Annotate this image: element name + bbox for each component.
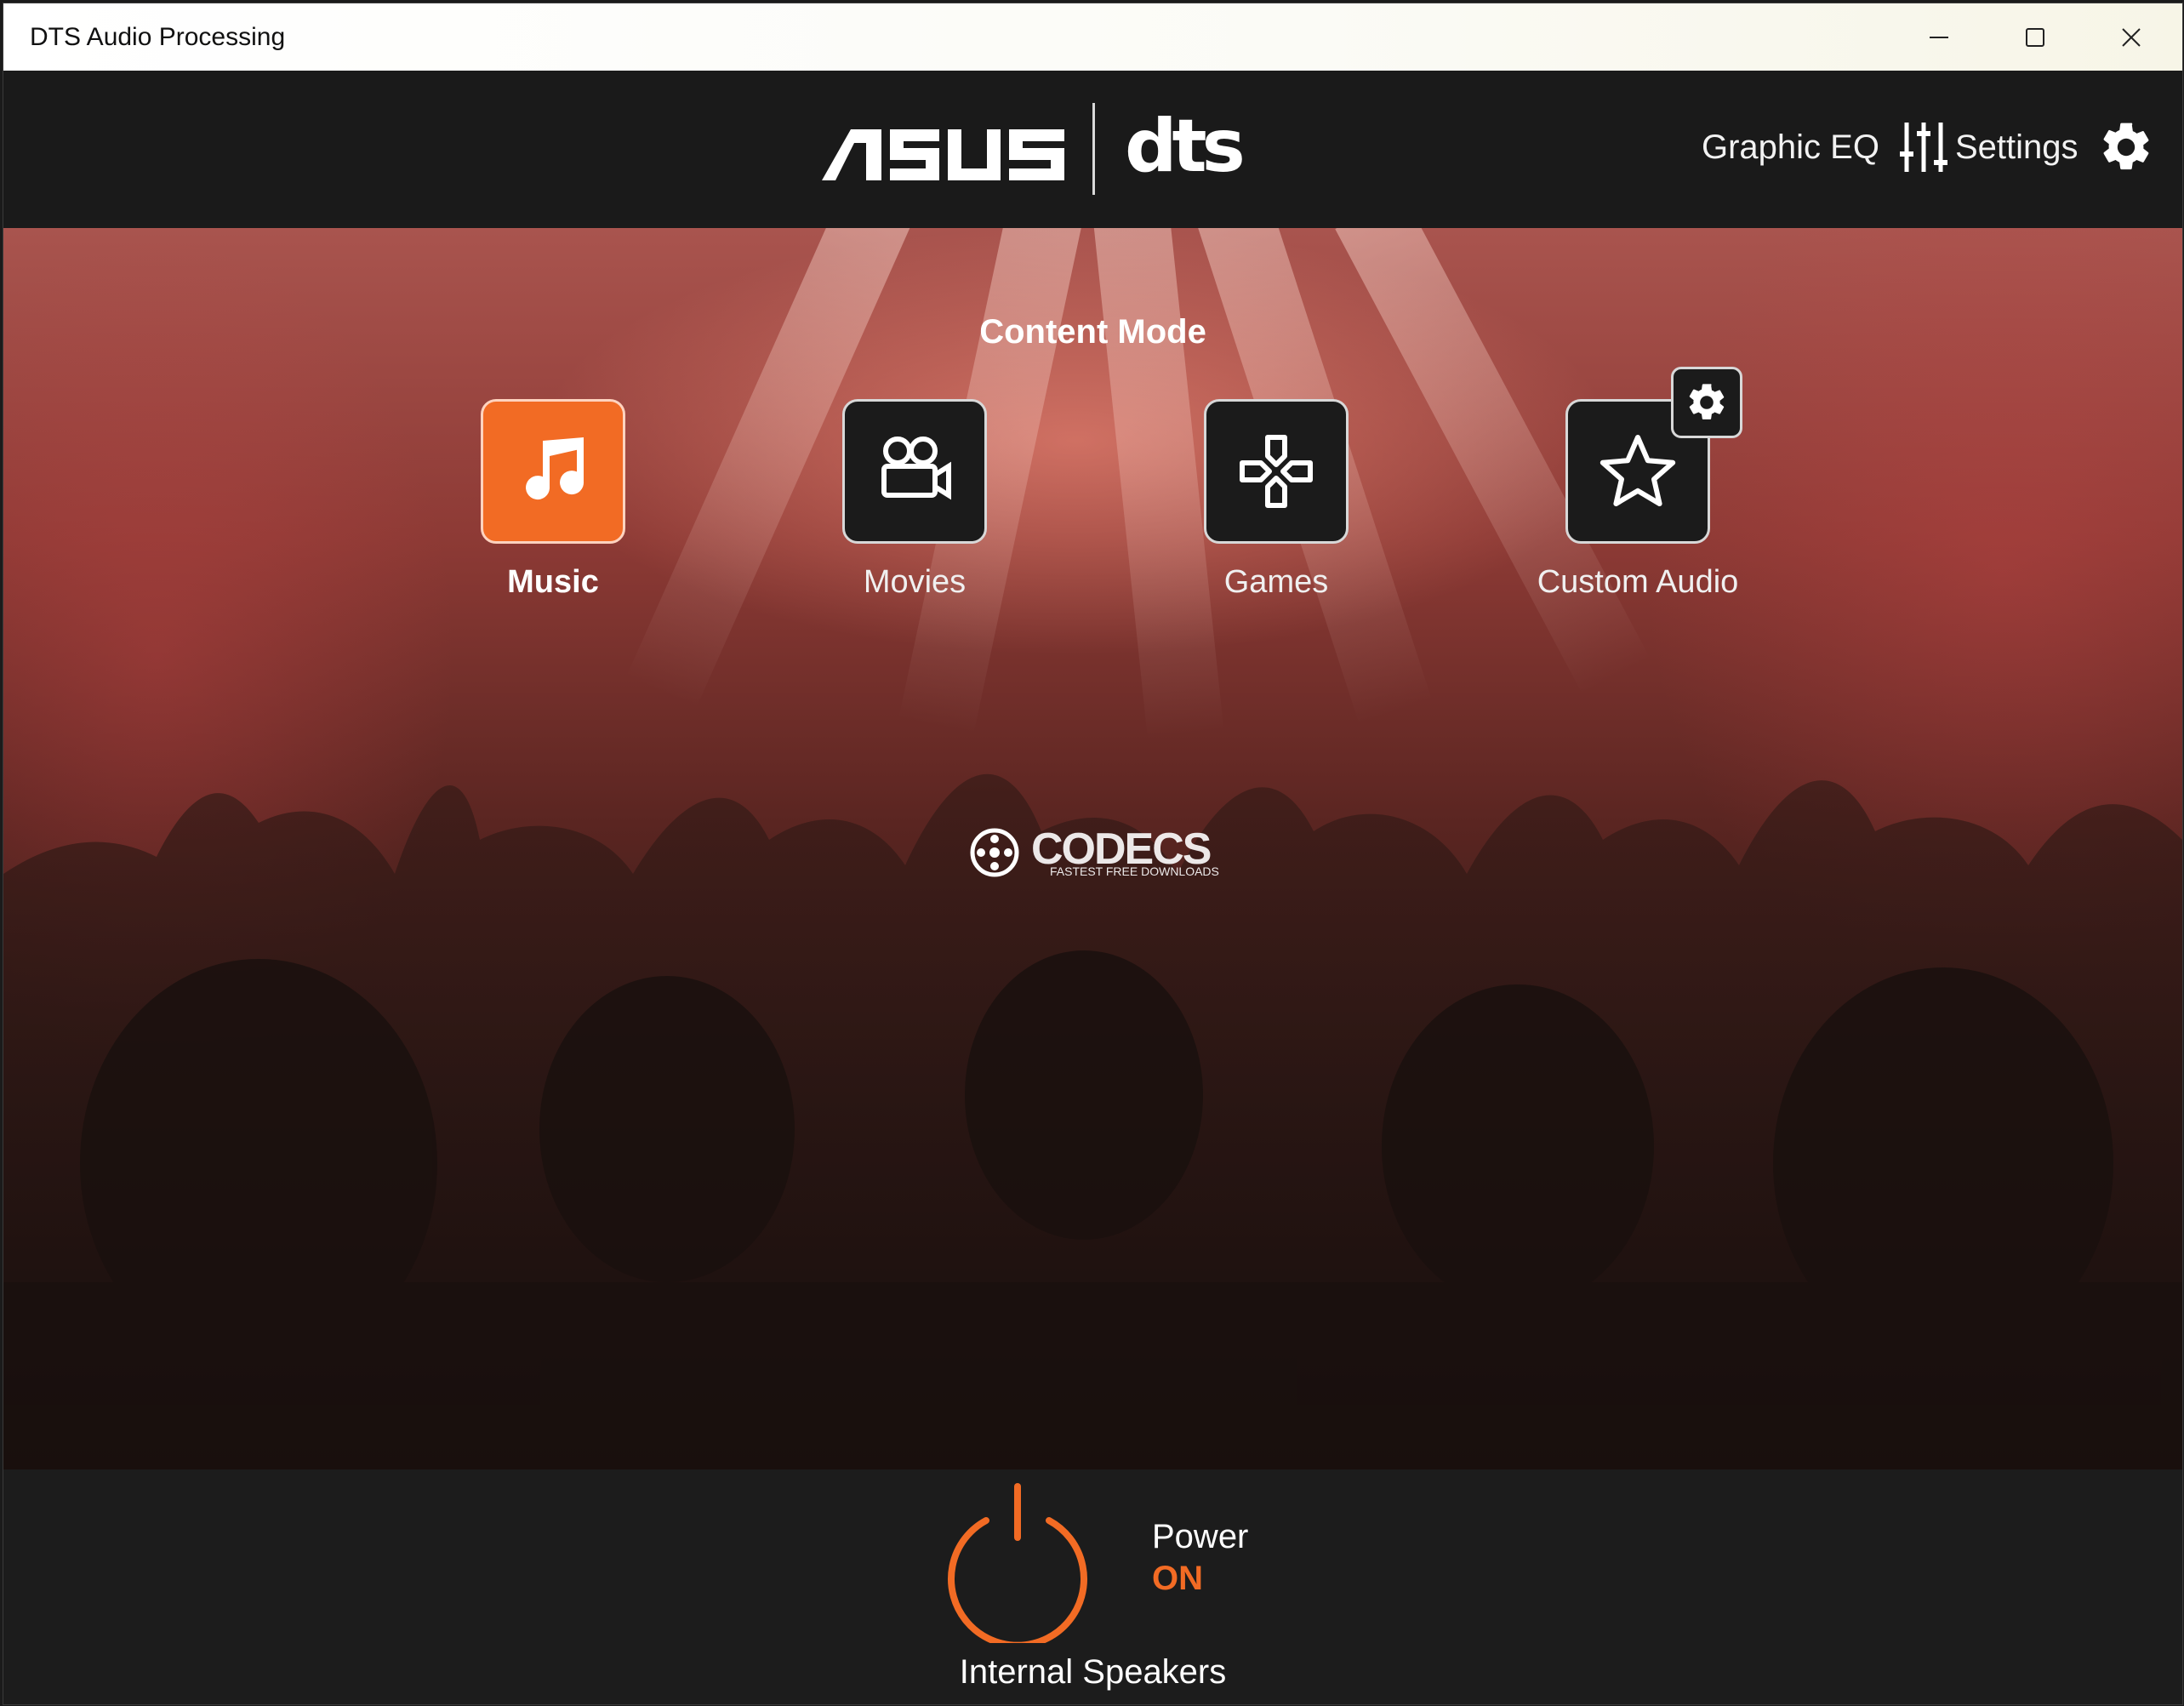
- power-label: Power: [1152, 1518, 1249, 1555]
- film-reel-icon: [970, 828, 1019, 877]
- title-bar: DTS Audio Processing: [3, 3, 2182, 71]
- mode-movies[interactable]: Movies: [787, 399, 1042, 601]
- gear-icon: [2103, 123, 2149, 170]
- asus-logo: [822, 129, 1064, 180]
- settings-label: Settings: [1955, 128, 2079, 166]
- close-icon: [2121, 27, 2141, 47]
- mode-movies-tile[interactable]: [842, 399, 987, 544]
- maximize-button[interactable]: [1987, 3, 2083, 71]
- close-button[interactable]: [2083, 3, 2179, 71]
- movie-camera-icon: [881, 436, 951, 500]
- power-state: ON: [1152, 1560, 1203, 1597]
- power-button[interactable]: [942, 1481, 1093, 1643]
- svg-text:dts: dts: [1125, 115, 1243, 181]
- settings-button[interactable]: Settings: [1955, 117, 2155, 177]
- graphic-eq-button[interactable]: Graphic EQ: [1702, 117, 1949, 177]
- mode-music-label: Music: [507, 564, 599, 600]
- mode-movies-label: Movies: [863, 564, 967, 600]
- window-title: DTS Audio Processing: [30, 23, 286, 51]
- maximize-icon: [2025, 27, 2044, 47]
- mode-music[interactable]: Music: [425, 399, 681, 601]
- app-window: DTS Audio Processing dts Graphic EQ Sett…: [3, 3, 2183, 1705]
- star-icon: [1600, 435, 1676, 506]
- graphic-eq-label: Graphic EQ: [1702, 128, 1879, 166]
- mode-games-tile[interactable]: [1204, 399, 1349, 544]
- logo-divider: [1092, 103, 1095, 195]
- dts-logo: dts: [1125, 115, 1248, 181]
- app-header: dts Graphic EQ Settings: [3, 71, 2182, 228]
- main-panel: Content Mode Music Movies Games Custom A…: [3, 228, 2182, 1469]
- minimize-button[interactable]: [1890, 3, 1987, 71]
- output-device-label[interactable]: Internal Speakers: [3, 1653, 2182, 1692]
- mode-custom-audio-label: Custom Audio: [1537, 564, 1739, 600]
- music-note-icon: [526, 437, 584, 500]
- watermark: CODECS FASTEST FREE DOWNLOADS: [965, 824, 1220, 883]
- mode-music-tile[interactable]: [481, 399, 625, 544]
- minimize-icon: [1929, 36, 1948, 38]
- custom-audio-settings-button[interactable]: [1671, 367, 1742, 438]
- dpad-icon: [1240, 435, 1313, 508]
- crowd-silhouette: [3, 773, 2182, 1469]
- content-mode-title: Content Mode: [979, 313, 1206, 351]
- mode-games[interactable]: Games: [1149, 399, 1404, 601]
- footer-bar: Power ON Internal Speakers: [3, 1469, 2182, 1704]
- sliders-icon: [1899, 123, 1947, 172]
- mode-games-label: Games: [1223, 564, 1329, 600]
- watermark-subtext: FASTEST FREE DOWNLOADS: [1050, 864, 1219, 878]
- gear-icon: [1689, 384, 1725, 419]
